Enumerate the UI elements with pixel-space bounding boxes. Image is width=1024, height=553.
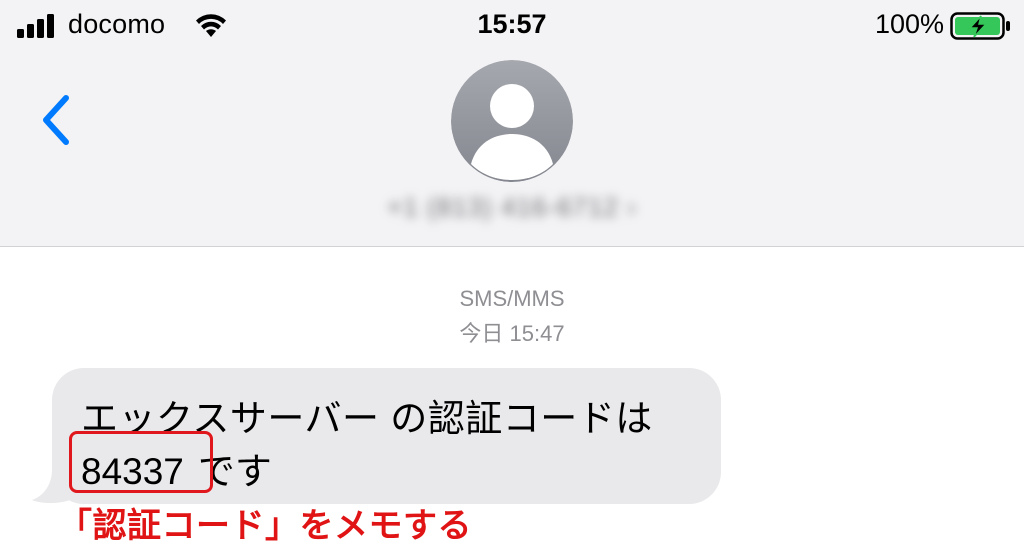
message-service-label: SMS/MMS — [459, 286, 565, 311]
person-icon — [451, 60, 573, 182]
battery-charging-icon — [950, 12, 1010, 40]
contact-avatar[interactable] — [451, 60, 573, 182]
battery-percentage: 100% — [874, 9, 944, 39]
message-timestamp: 今日 15:47 — [459, 321, 565, 346]
back-button[interactable] — [36, 92, 76, 148]
status-bar: docomo 15:57 100% — [0, 0, 1024, 52]
code-highlight-box — [69, 431, 213, 493]
status-time: 15:57 — [477, 9, 547, 39]
contact-name[interactable]: +1 (813) 416-6712 › — [0, 192, 1024, 223]
annotation-caption: 「認証コード」をメモする — [58, 507, 472, 545]
conversation-header: docomo 15:57 100% +1 (813) 416-6712 › — [0, 0, 1024, 247]
